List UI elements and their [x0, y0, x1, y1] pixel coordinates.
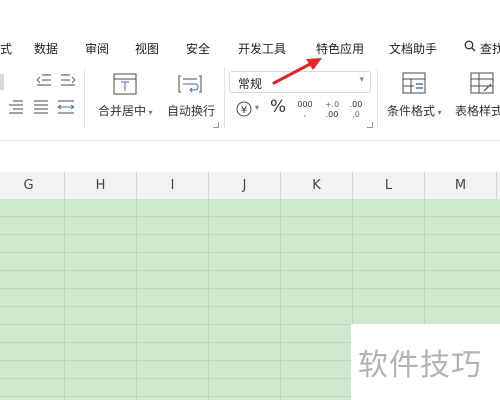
tab-find[interactable]: 查找 — [480, 40, 500, 57]
currency-icon[interactable]: ¥ — [236, 101, 252, 117]
formula-bar-area — [0, 140, 500, 173]
svg-text:.00: .00 — [350, 100, 363, 109]
tab-formula[interactable]: 式 — [0, 40, 12, 57]
column-header-l[interactable]: L — [353, 172, 425, 199]
percent-button[interactable]: % — [270, 97, 286, 117]
ribbon-separator — [377, 68, 378, 128]
svg-text:.00: .00 — [326, 110, 339, 119]
ribbon-separator — [84, 68, 85, 128]
svg-text:+.0: +.0 — [325, 100, 339, 109]
column-header-j[interactable]: J — [209, 172, 281, 199]
column-header-m[interactable]: M — [425, 172, 497, 199]
tab-view[interactable]: 视图 — [135, 40, 159, 57]
auto-wrap-icon[interactable] — [178, 73, 202, 95]
watermark-text: 软件技巧 — [358, 348, 482, 383]
column-header-i[interactable]: I — [137, 172, 209, 199]
column-header-k[interactable]: K — [281, 172, 353, 199]
column-header-row: G H I J K L M — [0, 172, 500, 200]
distributed-align-icon[interactable] — [58, 100, 74, 114]
column-header-h[interactable]: H — [65, 172, 137, 199]
justify-icon[interactable] — [34, 100, 48, 114]
red-arrow-annotation — [272, 58, 322, 85]
number-format-dialog-launcher[interactable] — [367, 122, 373, 128]
align-left-icon[interactable] — [0, 74, 4, 90]
alignment-dialog-launcher[interactable] — [213, 122, 219, 128]
tab-security[interactable]: 安全 — [186, 40, 210, 57]
search-icon[interactable] — [464, 40, 476, 52]
svg-text:¥: ¥ — [241, 105, 247, 116]
align-right-icon[interactable] — [9, 100, 23, 114]
tab-review[interactable]: 审阅 — [85, 40, 109, 57]
increase-indent-icon[interactable] — [61, 73, 75, 87]
conditional-format-icon[interactable] — [402, 72, 426, 94]
tab-data[interactable]: 数据 — [34, 40, 58, 57]
auto-wrap-button[interactable]: 自动换行 — [167, 102, 215, 119]
tab-doc-assistant[interactable]: 文档助手 — [389, 40, 437, 57]
svg-text:,: , — [304, 109, 307, 119]
merge-center-button[interactable]: 合并居中 ▾ — [98, 102, 153, 119]
chevron-down-icon: ▾ — [359, 75, 364, 85]
currency-dropdown-arrow[interactable]: ▾ — [255, 103, 259, 112]
increase-decimal-icon[interactable]: +.0 .00 — [322, 99, 342, 119]
ribbon-tab-bar: 式 数据 审阅 视图 安全 开发工具 特色应用 文档助手 查找 — [0, 30, 500, 62]
column-header-g[interactable]: G — [0, 172, 65, 199]
ribbon-separator — [224, 68, 225, 128]
decrease-decimal-icon[interactable]: .00 .0 — [346, 99, 366, 119]
merge-center-icon[interactable] — [113, 73, 137, 95]
svg-text:000: 000 — [297, 100, 312, 109]
ribbon-toolbar: 合并居中 ▾ 自动换行 常规 ▾ ¥ ▾ % 000 , +.0 .00 .00… — [0, 62, 500, 140]
decrease-indent-icon[interactable] — [37, 73, 51, 87]
conditional-format-button[interactable]: 条件格式 ▾ — [387, 102, 442, 119]
number-format-value: 常规 — [238, 77, 263, 91]
table-style-icon[interactable] — [470, 72, 494, 94]
thousands-separator-icon[interactable]: 000 , — [297, 99, 313, 119]
table-style-button[interactable]: 表格样式 — [455, 102, 500, 119]
svg-text:.0: .0 — [352, 110, 360, 119]
